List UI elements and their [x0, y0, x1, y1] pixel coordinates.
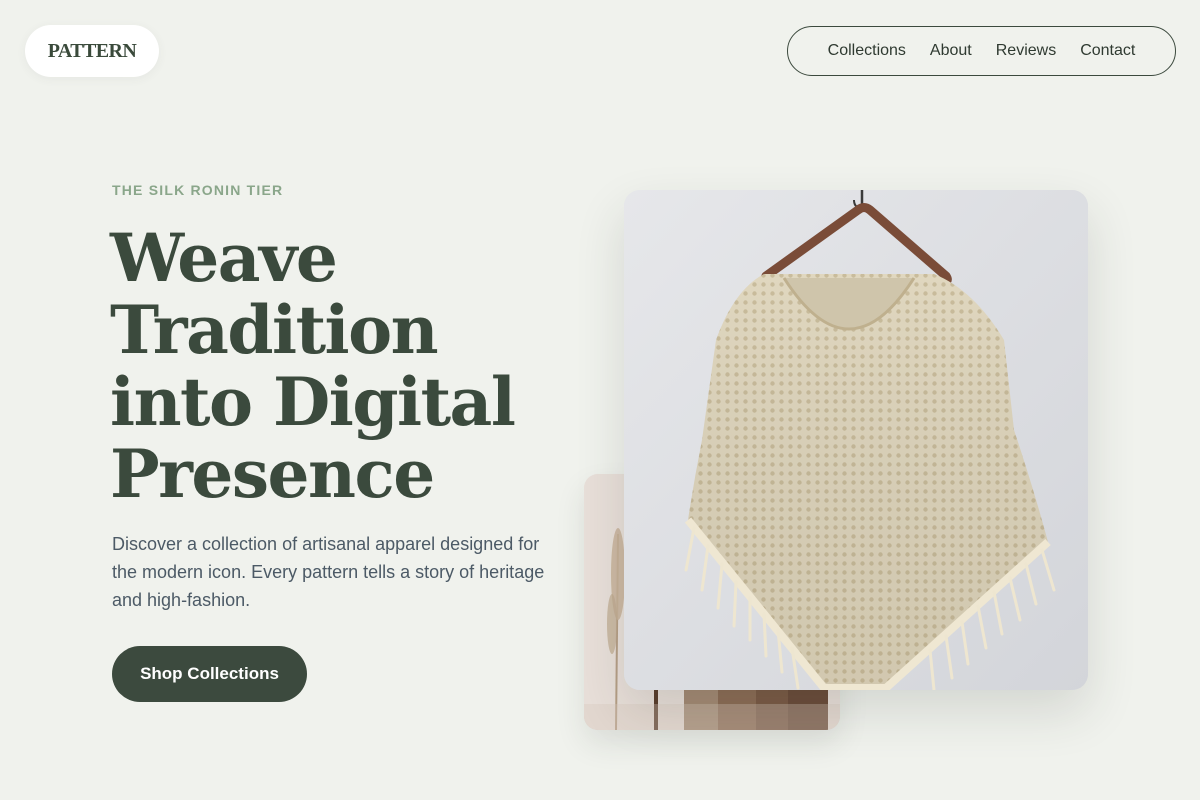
logo[interactable]: PATTERN	[25, 25, 159, 77]
main-product-image	[624, 190, 1088, 690]
hero-eyebrow: THE SILK RONIN TIER	[112, 182, 284, 198]
nav-link-reviews[interactable]: Reviews	[996, 42, 1056, 60]
headline-line: into Digital	[110, 363, 516, 441]
nav-link-collections[interactable]: Collections	[828, 42, 906, 60]
headline-line: Tradition	[110, 291, 439, 369]
headline-line: Presence	[110, 435, 435, 513]
hero-description: Discover a collection of artisanal appar…	[112, 534, 545, 610]
shop-collections-button[interactable]: Shop Collections	[112, 646, 307, 702]
hero-headline: Weave Tradition into Digital Presence	[110, 222, 590, 510]
nav-link-contact[interactable]: Contact	[1080, 42, 1135, 60]
nav-link-about[interactable]: About	[930, 42, 972, 60]
main-nav: Collections About Reviews Contact	[787, 26, 1176, 76]
headline-line: Weave	[110, 219, 338, 297]
